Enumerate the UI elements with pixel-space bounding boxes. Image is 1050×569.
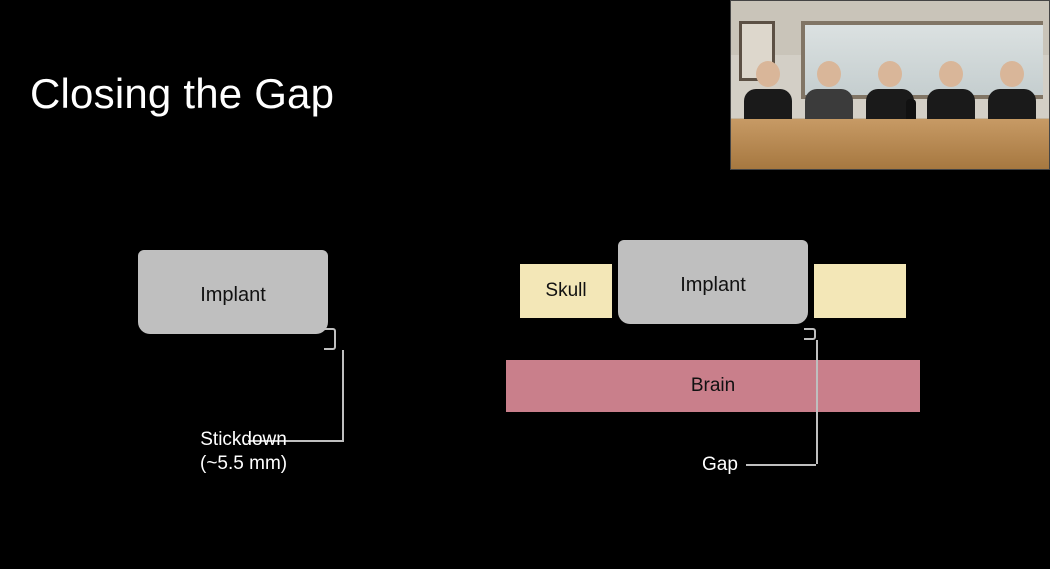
leader-line-vertical bbox=[816, 340, 818, 464]
stickdown-bracket-icon bbox=[324, 328, 336, 350]
slide: Closing the Gap Implant Stickdown (~5.5 … bbox=[0, 0, 1050, 569]
brain-block: Brain bbox=[506, 360, 920, 412]
slide-title: Closing the Gap bbox=[30, 70, 334, 118]
stickdown-label: Stickdown (~5.5 mm) bbox=[200, 428, 287, 476]
implant-label: Implant bbox=[138, 284, 328, 307]
diagram-implant-stickdown: Implant Stickdown (~5.5 mm) bbox=[120, 240, 460, 520]
diagram-implant-in-skull: Skull Implant Brain Gap bbox=[520, 240, 1000, 520]
implant-label: Implant bbox=[618, 274, 808, 297]
skull-block-left: Skull bbox=[520, 264, 612, 318]
webcam-overlay bbox=[730, 0, 1050, 170]
stickdown-label-line2: (~5.5 mm) bbox=[200, 452, 287, 476]
stickdown-label-line1: Stickdown bbox=[200, 428, 287, 452]
skull-block-right bbox=[814, 264, 906, 318]
implant-shape: Implant bbox=[138, 262, 328, 334]
gap-label: Gap bbox=[702, 454, 738, 476]
row-implant-skull: Skull Implant bbox=[520, 240, 1000, 336]
pip-table bbox=[731, 119, 1049, 169]
gap-bracket-icon bbox=[804, 328, 816, 340]
implant-shape: Implant bbox=[618, 252, 808, 324]
leader-line-horizontal bbox=[746, 464, 816, 466]
leader-line-vertical bbox=[342, 350, 344, 440]
